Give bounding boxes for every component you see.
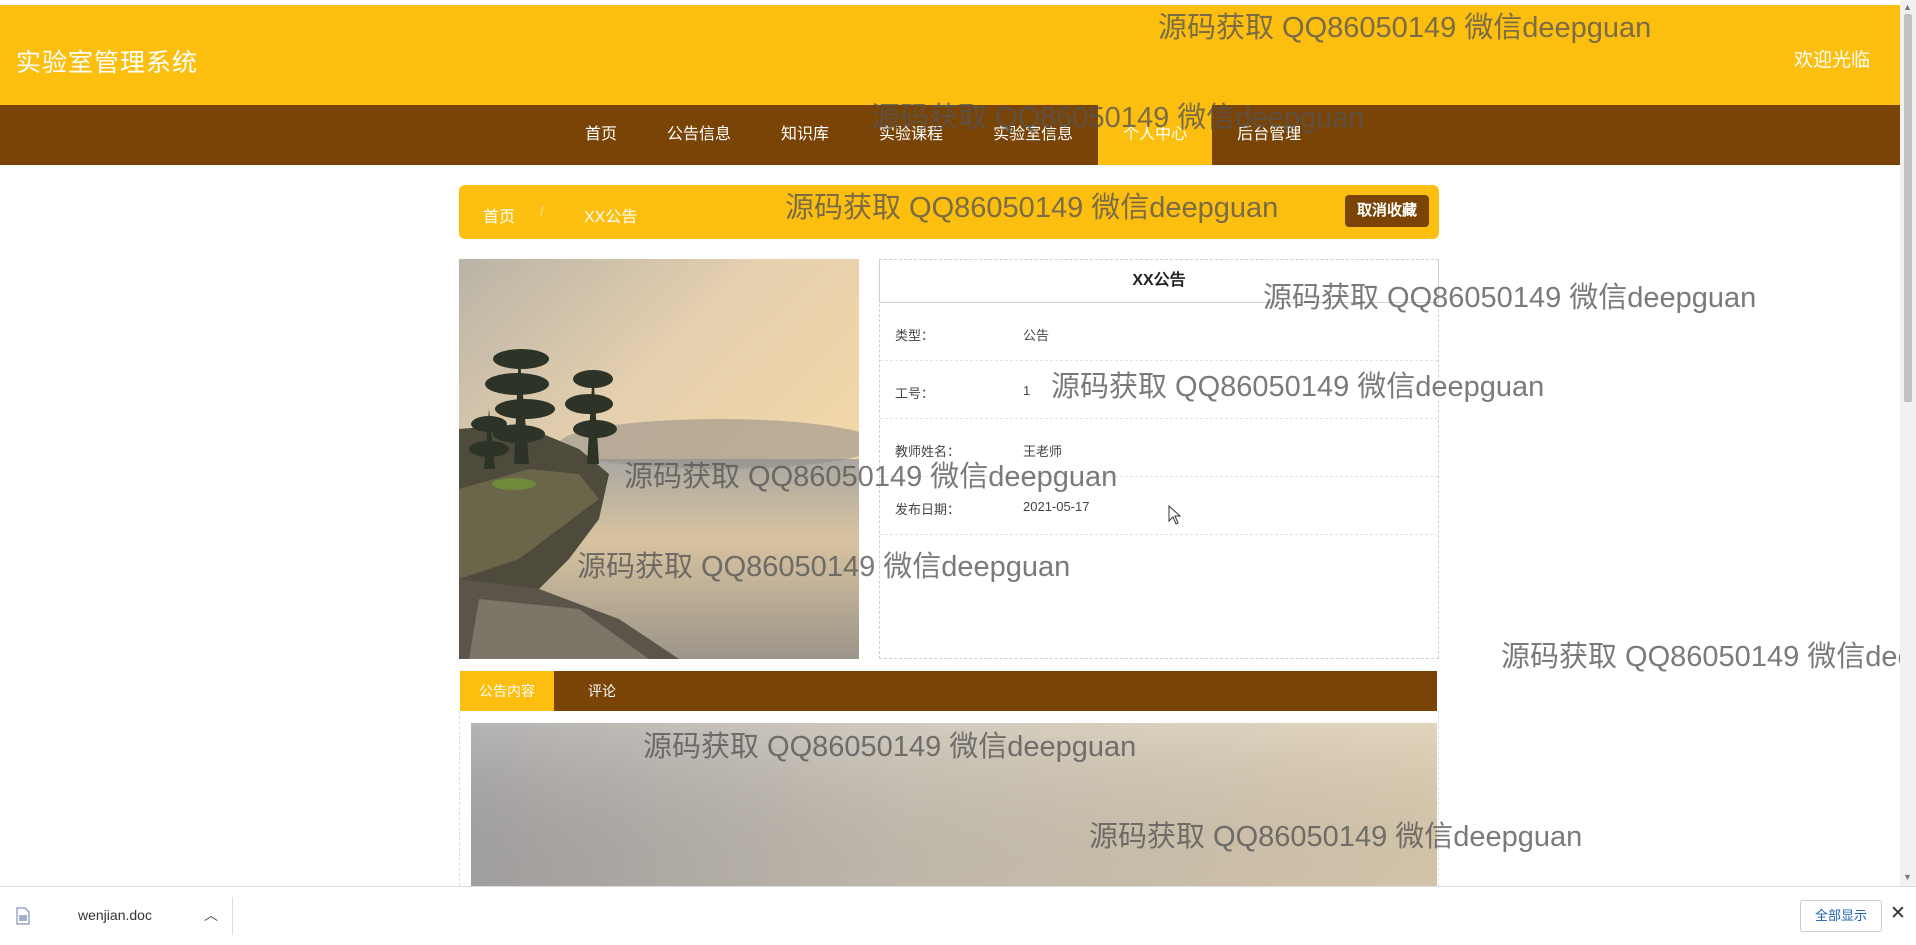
tab-announcement-content[interactable]: 公告内容 bbox=[460, 671, 554, 711]
site-header: 实验室管理系统 欢迎光临 bbox=[0, 5, 1900, 105]
download-file-name[interactable]: wenjian.doc bbox=[78, 907, 152, 923]
divider bbox=[232, 897, 233, 935]
page-scrollbar[interactable]: ▲ ▼ bbox=[1900, 0, 1916, 886]
unfavorite-button[interactable]: 取消收藏 bbox=[1344, 195, 1429, 227]
scroll-thumb[interactable] bbox=[1904, 14, 1912, 402]
breadcrumb-home-link[interactable]: 首页 bbox=[483, 203, 515, 227]
main-nav: 首页 公告信息 知识库 实验课程 实验室信息 个人中心 后台管理 bbox=[0, 105, 1900, 165]
nav-item-announcements[interactable]: 公告信息 bbox=[642, 105, 756, 165]
tab-comments[interactable]: 评论 bbox=[554, 671, 650, 711]
field-value: 2021-05-17 bbox=[1023, 499, 1090, 514]
welcome-text: 欢迎光临 bbox=[1793, 50, 1870, 71]
field-label: 工号： bbox=[895, 386, 935, 401]
nav-item-courses[interactable]: 实验课程 bbox=[854, 105, 968, 165]
close-icon[interactable]: ✕ bbox=[1890, 902, 1906, 925]
show-all-downloads-button[interactable]: 全部显示 bbox=[1800, 900, 1882, 932]
breadcrumb-current: XX公告 bbox=[584, 209, 638, 226]
announcement-image bbox=[459, 259, 859, 659]
field-value: 王老师 bbox=[1023, 444, 1063, 459]
watermark-text: 源码获取 QQ86050149 微信deepguan bbox=[1501, 641, 1900, 673]
detail-row-teacher-name: 教师姓名： 王老师 bbox=[880, 419, 1438, 477]
chevron-up-icon[interactable]: ︿ bbox=[204, 905, 218, 925]
nav-item-home[interactable]: 首页 bbox=[560, 105, 642, 165]
site-title: 实验室管理系统 bbox=[16, 49, 199, 77]
nav-item-lab-info[interactable]: 实验室信息 bbox=[968, 105, 1098, 165]
field-value: 1 bbox=[1023, 383, 1031, 398]
nav-item-admin[interactable]: 后台管理 bbox=[1212, 105, 1326, 165]
field-value: 公告 bbox=[1023, 328, 1050, 343]
breadcrumb: 首页 / XX公告 取消收藏 bbox=[459, 185, 1439, 239]
field-label: 教师姓名： bbox=[895, 444, 961, 459]
mouse-cursor-icon bbox=[1168, 504, 1182, 530]
document-icon bbox=[16, 907, 30, 930]
detail-panel: XX公告 类型： 公告 工号： 1 教师姓名： 王老师 发布日期： 2021-0… bbox=[879, 259, 1439, 659]
breadcrumb-separator: / bbox=[540, 203, 544, 219]
download-bar: wenjian.doc ︿ 全部显示 ✕ bbox=[0, 886, 1916, 945]
nav-item-personal-center[interactable]: 个人中心 bbox=[1098, 105, 1213, 165]
detail-row-staff-id: 工号： 1 bbox=[880, 361, 1438, 419]
scroll-up-icon[interactable]: ▲ bbox=[1903, 2, 1912, 12]
detail-row-type: 类型： 公告 bbox=[880, 303, 1438, 361]
field-label: 类型： bbox=[895, 328, 935, 343]
detail-row-publish-date: 发布日期： 2021-05-17 bbox=[880, 477, 1438, 535]
content-tabs: 公告内容 评论 bbox=[460, 671, 1437, 711]
content-image bbox=[471, 723, 1437, 886]
detail-title: XX公告 bbox=[879, 260, 1439, 303]
field-label: 发布日期： bbox=[895, 502, 961, 517]
scroll-down-icon[interactable]: ▼ bbox=[1903, 872, 1912, 882]
nav-item-knowledge-base[interactable]: 知识库 bbox=[756, 105, 854, 165]
